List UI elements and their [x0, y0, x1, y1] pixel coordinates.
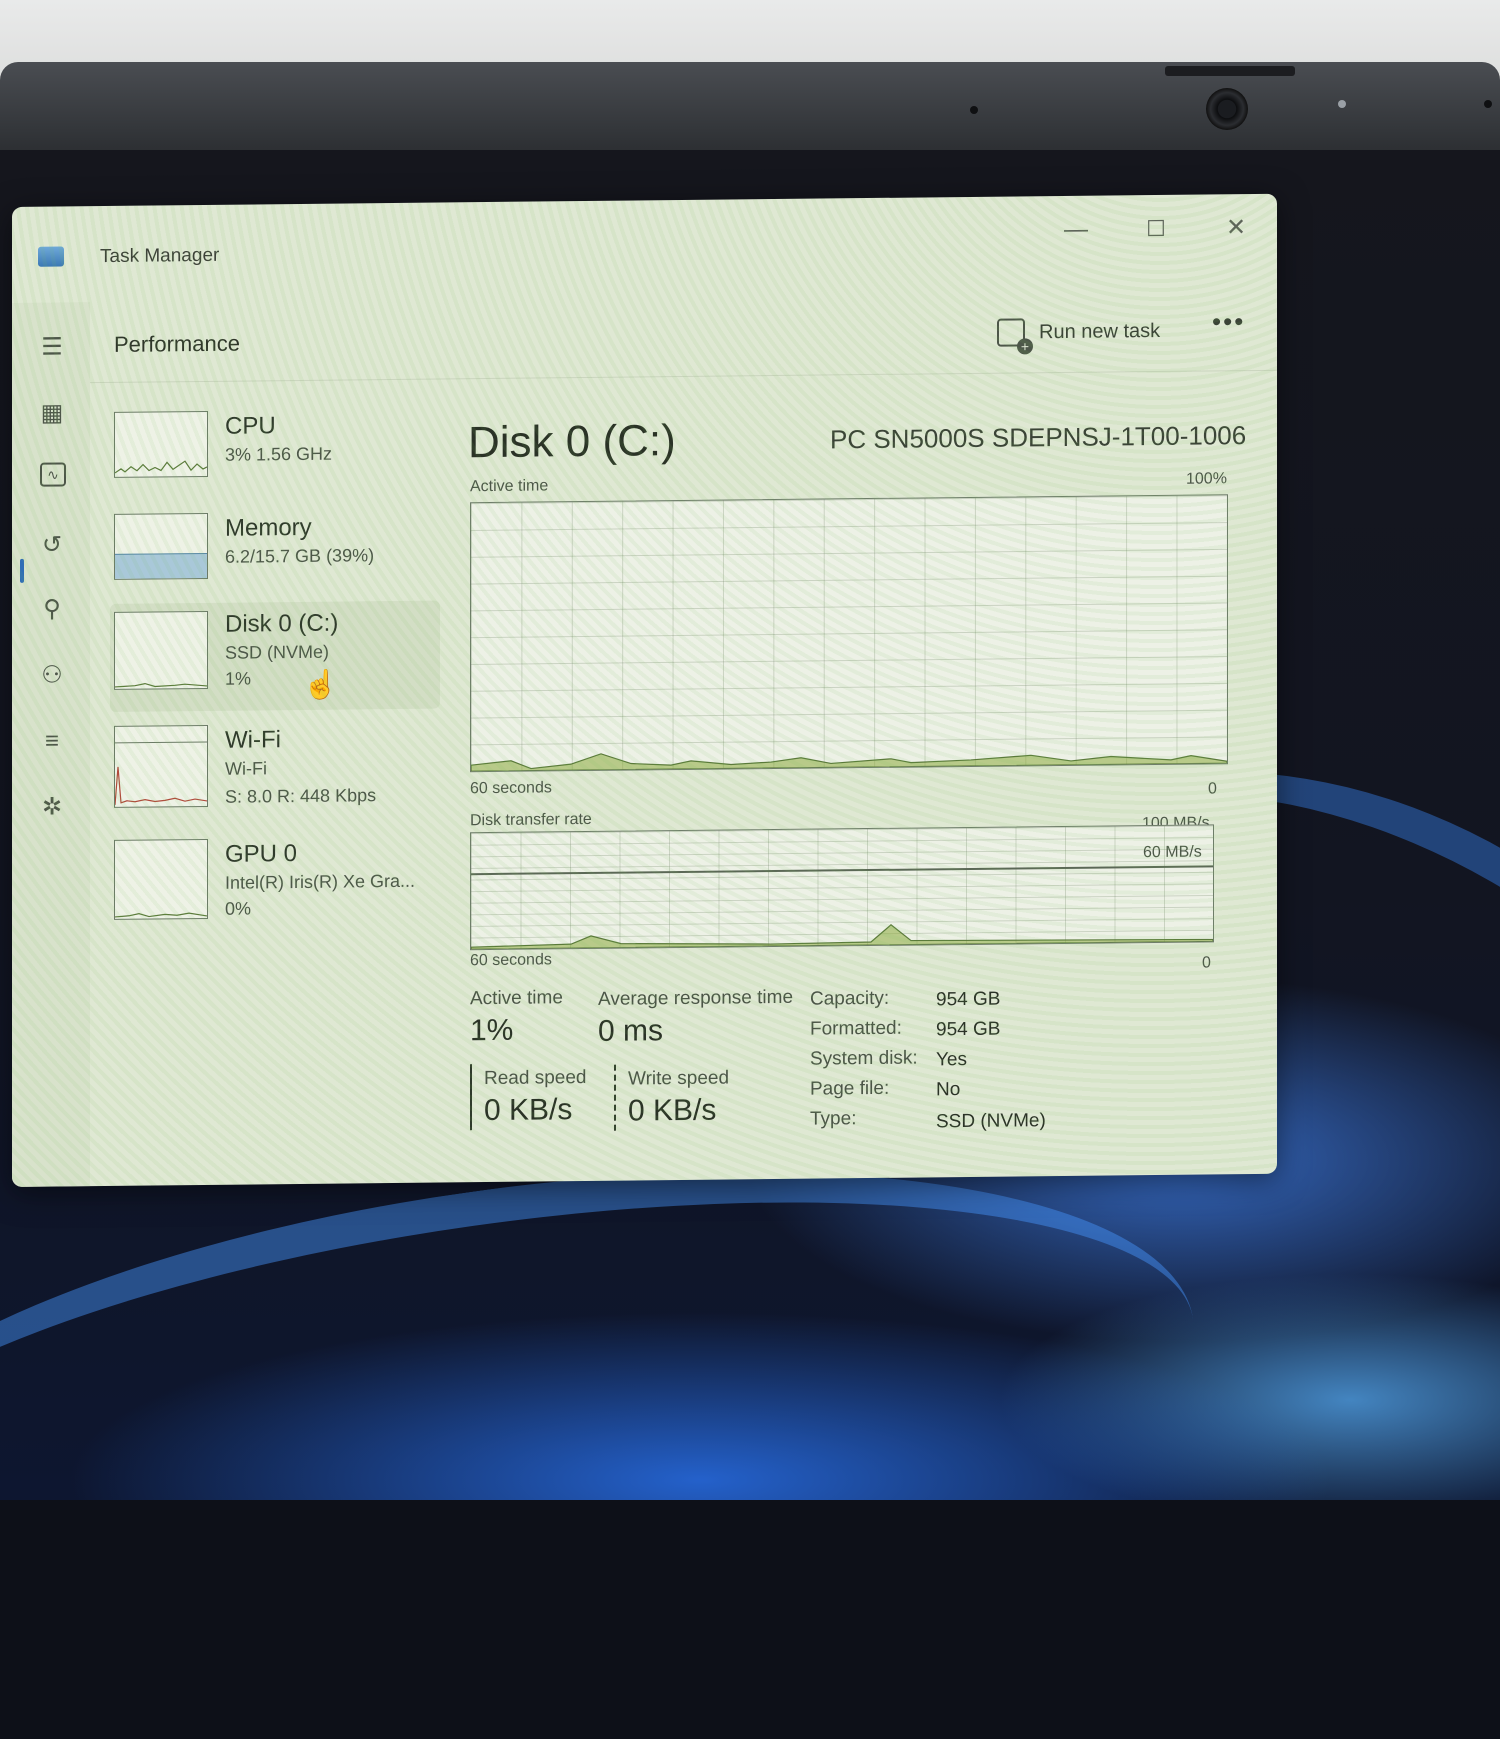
- webcam-shutter: [1165, 66, 1295, 76]
- device-usage: 0%: [225, 898, 252, 919]
- gpu-thumbnail: [114, 838, 208, 920]
- performance-icon[interactable]: ∿: [40, 462, 66, 487]
- run-task-icon: [997, 318, 1025, 347]
- device-gpu-0[interactable]: GPU 0 Intel(R) Iris(R) Xe Gra... 0%: [110, 831, 440, 944]
- device-name: CPU: [225, 412, 276, 440]
- device-name: Wi-Fi: [225, 726, 281, 754]
- memory-thumbnail: [114, 512, 208, 580]
- formatted-label: Formatted:: [810, 1017, 902, 1040]
- processes-icon[interactable]: ▦: [34, 398, 70, 428]
- transfer-rate-line: [471, 924, 1213, 950]
- device-wifi[interactable]: Wi-Fi Wi-Fi S: 8.0 R: 448 Kbps: [110, 717, 440, 830]
- close-button[interactable]: ✕: [1212, 208, 1260, 249]
- active-indicator: [20, 558, 24, 583]
- avg-response-label: Average response time: [598, 986, 794, 1010]
- device-throughput: S: 8.0 R: 448 Kbps: [225, 785, 377, 807]
- gpu-sparkline: [114, 912, 208, 918]
- active-time-stat-label: Active time: [470, 987, 563, 1010]
- system-disk-label: System disk:: [810, 1047, 918, 1070]
- sensor-dot: [1338, 100, 1346, 108]
- active-time-stat-value: 1%: [470, 1013, 514, 1048]
- avg-response-value: 0 ms: [598, 1014, 664, 1048]
- wifi-thumbnail: [114, 724, 208, 808]
- transfer-rate-graph-span: 60 seconds: [470, 951, 552, 970]
- write-speed-marker: [614, 1064, 616, 1131]
- webcam-icon: [1206, 88, 1248, 130]
- formatted-value: 954 GB: [936, 1018, 1001, 1041]
- disk-title: Disk 0 (C:): [468, 416, 676, 468]
- device-name: Memory: [225, 513, 312, 542]
- task-manager-icon: [38, 246, 64, 267]
- window-title: Task Manager: [100, 244, 220, 268]
- transfer-rate-graph-label: Disk transfer rate: [470, 810, 592, 830]
- device-usage: 1%: [225, 668, 252, 689]
- maximize-button[interactable]: ☐: [1132, 209, 1180, 250]
- hand-cursor-icon: ☝: [303, 668, 338, 700]
- write-speed-value: 0 KB/s: [628, 1093, 717, 1128]
- more-options-button[interactable]: •••: [1212, 306, 1245, 337]
- device-detail: Wi-Fi: [225, 758, 267, 779]
- device-detail: SSD (NVMe): [225, 641, 330, 663]
- cpu-sparkline: [114, 460, 208, 474]
- users-icon[interactable]: ⚇: [34, 660, 70, 690]
- transfer-rate-graph: 60 MB/s: [470, 824, 1214, 951]
- system-disk-value: Yes: [936, 1048, 967, 1071]
- device-detail: Intel(R) Iris(R) Xe Gra...: [225, 870, 416, 893]
- disk-sparkline: [114, 682, 208, 688]
- transfer-rate-graph-min: 0: [1202, 954, 1211, 972]
- memory-fill: [115, 552, 207, 579]
- page-file-value: No: [936, 1079, 961, 1101]
- wifi-sparkline: [114, 741, 208, 805]
- read-speed-marker: [470, 1064, 472, 1131]
- device-detail: 3% 1.56 GHz: [225, 443, 333, 465]
- details-icon[interactable]: ≡: [34, 726, 70, 756]
- device-cpu[interactable]: CPU 3% 1.56 GHz: [110, 403, 440, 506]
- read-speed-label: Read speed: [484, 1066, 587, 1090]
- type-label: Type:: [810, 1108, 857, 1130]
- sensor-dot: [1484, 100, 1492, 108]
- device-memory[interactable]: Memory 6.2/15.7 GB (39%): [110, 505, 440, 608]
- device-name: Disk 0 (C:): [225, 609, 339, 638]
- capacity-value: 954 GB: [936, 988, 1001, 1011]
- minimize-button[interactable]: —: [1052, 210, 1100, 251]
- app-history-icon[interactable]: ↺: [34, 530, 70, 560]
- active-time-graph-span: 60 seconds: [470, 779, 552, 798]
- write-speed-label: Write speed: [628, 1067, 730, 1090]
- capacity-label: Capacity:: [810, 987, 890, 1010]
- cpu-thumbnail: [114, 410, 208, 478]
- header-divider: [90, 369, 1277, 384]
- active-time-graph: [470, 494, 1228, 773]
- title-bar[interactable]: Task Manager — ☐ ✕: [12, 194, 1277, 303]
- sensor-dot: [970, 106, 978, 114]
- read-speed-value: 0 KB/s: [484, 1093, 573, 1128]
- active-time-line: [471, 753, 1227, 772]
- active-time-graph-max: 100%: [1186, 470, 1227, 488]
- run-new-task-button[interactable]: Run new task: [997, 311, 1160, 353]
- services-icon[interactable]: ✲: [34, 792, 70, 822]
- hamburger-icon[interactable]: ☰: [34, 332, 70, 362]
- active-time-graph-label: Active time: [470, 477, 549, 496]
- task-manager-window[interactable]: Task Manager — ☐ ✕ ☰ ▦ ∿ ↺ ⚲ ⚇ ≡ ✲ ⚙ Per…: [12, 193, 1277, 1188]
- device-detail: 6.2/15.7 GB (39%): [225, 545, 375, 567]
- disk-model: PC SN5000S SDEPNSJ-1T00-1006: [830, 420, 1247, 455]
- startup-apps-icon[interactable]: ⚲: [34, 594, 70, 624]
- active-time-graph-min: 0: [1208, 780, 1217, 798]
- page-file-label: Page file:: [810, 1077, 890, 1100]
- run-task-label: Run new task: [1039, 319, 1161, 343]
- disk-thumbnail: [114, 610, 208, 690]
- page-title: Performance: [114, 330, 240, 357]
- device-disk-0[interactable]: Disk 0 (C:) SSD (NVMe) 1% ☝: [110, 600, 440, 712]
- type-value: SSD (NVMe): [936, 1110, 1046, 1133]
- nav-rail: ☰ ▦ ∿ ↺ ⚲ ⚇ ≡ ✲ ⚙: [12, 302, 90, 1187]
- device-name: GPU 0: [225, 840, 298, 868]
